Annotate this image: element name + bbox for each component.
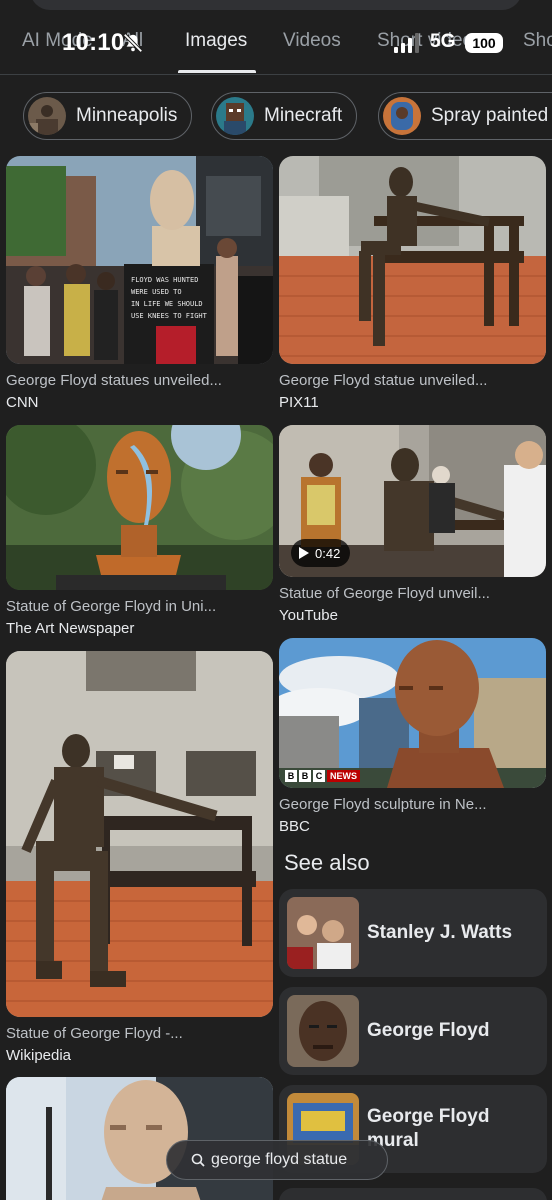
stanley-thumb-icon — [287, 897, 359, 969]
related-search-george-floyd[interactable]: George Floyd — [279, 987, 547, 1075]
search-icon — [191, 1153, 205, 1167]
related-label: Stanley J. Watts — [367, 922, 513, 943]
video-duration-badge: 0:42 — [291, 539, 351, 567]
result-source[interactable]: YouTube — [279, 607, 546, 624]
image-result[interactable]: B B C NEWS George Floyd sculpture in Ne... … — [279, 638, 546, 835]
result-image[interactable] — [6, 425, 273, 590]
chip-minecraft[interactable]: Minecraft — [211, 92, 358, 140]
network-type: 5G — [430, 31, 456, 52]
result-caption[interactable]: Statue of George Floyd unveil... — [279, 585, 546, 602]
svg-text:IN LIFE WE SHOULD: IN LIFE WE SHOULD — [131, 300, 203, 308]
svg-text:WERE USED TO: WERE USED TO — [131, 288, 182, 296]
result-image[interactable]: B B C NEWS — [279, 638, 546, 788]
result-caption[interactable]: Statue of George Floyd -... — [6, 1025, 273, 1042]
result-image[interactable] — [6, 1077, 273, 1200]
bbc-news-badge: B B C NEWS — [285, 770, 360, 782]
signal-icon — [394, 33, 419, 53]
result-source[interactable]: Wikipedia — [6, 1047, 273, 1064]
result-source[interactable]: The Art Newspaper — [6, 620, 273, 637]
result-image[interactable] — [279, 156, 546, 364]
play-icon — [299, 547, 309, 559]
related-search-next[interactable] — [279, 1188, 547, 1200]
chip-label: Minneapolis — [76, 105, 178, 126]
svg-text:USE KNEES TO FIGHT: USE KNEES TO FIGHT — [131, 312, 208, 320]
result-source[interactable]: PIX11 — [279, 394, 546, 411]
related-label: George Floyd mural — [367, 1106, 490, 1151]
see-also-heading: See also — [284, 850, 370, 875]
status-bar: 10:10 5G 100 — [0, 0, 552, 80]
result-caption[interactable]: George Floyd statues unveiled... — [6, 372, 273, 389]
result-source[interactable]: CNN — [6, 394, 273, 411]
result-caption[interactable]: George Floyd sculpture in Ne... — [279, 796, 546, 813]
image-result[interactable]: 0:42 Statue of George Floyd unveil... Yo… — [279, 425, 546, 624]
george-floyd-thumb-icon — [287, 995, 359, 1067]
result-caption[interactable]: Statue of George Floyd in Uni... — [6, 598, 273, 615]
chip-label: Spray painted — [431, 105, 549, 126]
spray-painted-thumb-icon — [383, 97, 421, 135]
svg-text:FLOYD WAS HUNTED: FLOYD WAS HUNTED — [131, 276, 198, 284]
clock: 10:10 — [62, 29, 125, 56]
result-image[interactable]: 0:42 — [279, 425, 546, 577]
query-chip[interactable]: george floyd statue — [166, 1140, 388, 1180]
image-result[interactable]: Statue of George Floyd in Uni... The Art… — [6, 425, 273, 637]
minecraft-thumb-icon — [216, 97, 254, 135]
image-result[interactable]: FLOYD WAS HUNTED WERE USED TO IN LIFE WE… — [6, 156, 273, 411]
image-result[interactable] — [6, 1077, 273, 1200]
mute-icon — [123, 33, 143, 53]
image-result[interactable]: Statue of George Floyd -... Wikipedia — [6, 651, 273, 1064]
result-caption[interactable]: George Floyd statue unveiled... — [279, 372, 546, 389]
video-duration: 0:42 — [315, 545, 341, 561]
query-text: george floyd statue — [211, 1151, 348, 1168]
minneapolis-thumb-icon — [28, 97, 66, 135]
result-image[interactable] — [6, 651, 273, 1017]
battery-indicator: 100 — [465, 33, 503, 53]
image-result[interactable]: George Floyd statue unveiled... PIX11 — [279, 156, 546, 411]
chip-spray-painted[interactable]: Spray painted — [378, 92, 552, 140]
related-label: George Floyd — [367, 1020, 490, 1041]
suggestion-chips: Minneapolis Minecraft Spray painted — [0, 92, 552, 140]
chip-minneapolis[interactable]: Minneapolis — [23, 92, 193, 140]
result-source[interactable]: BBC — [279, 818, 546, 835]
related-search-stanley-j-watts[interactable]: Stanley J. Watts — [279, 889, 547, 977]
chip-label: Minecraft — [264, 105, 343, 126]
result-image[interactable]: FLOYD WAS HUNTED WERE USED TO IN LIFE WE… — [6, 156, 273, 364]
